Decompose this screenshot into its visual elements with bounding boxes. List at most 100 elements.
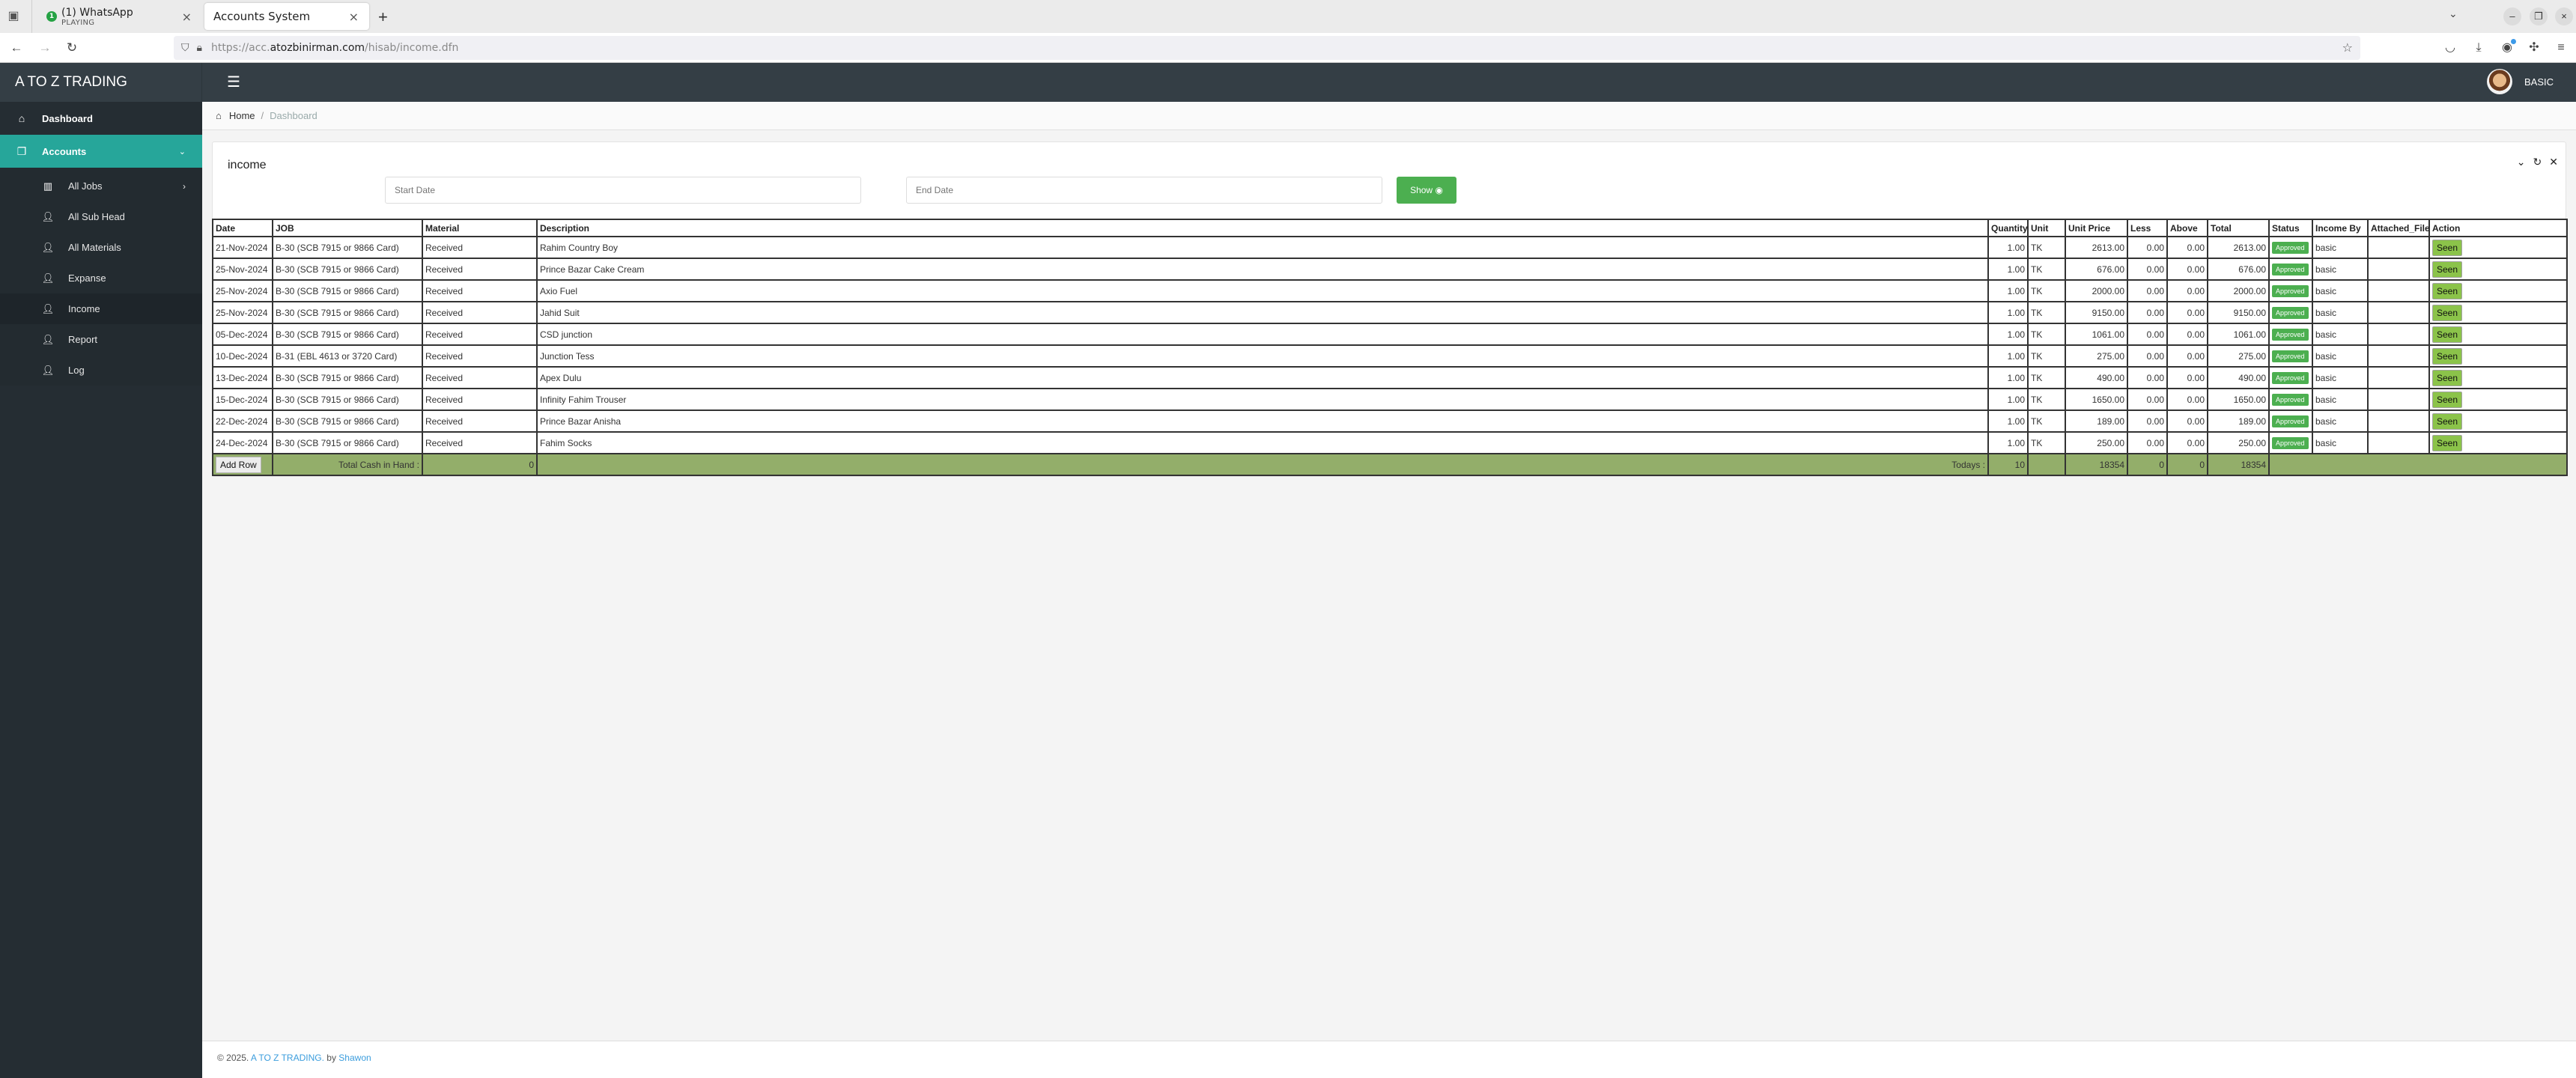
column-header: Material — [422, 219, 538, 237]
show-button[interactable]: Show ◉ — [1397, 177, 1456, 204]
chevron-down-icon: ⌄ — [178, 147, 186, 156]
cell-description: Axio Fuel — [536, 279, 1989, 302]
sidebar-item-report[interactable]: 👤︎ Report — [0, 324, 202, 355]
end-date-input[interactable] — [906, 177, 1382, 204]
sidebar-item-label: Expanse — [68, 272, 106, 284]
cell-action: Seen — [2428, 323, 2568, 346]
column-header: JOB — [272, 219, 423, 237]
cell-date: 21-Nov-2024 — [212, 236, 273, 259]
menu-icon[interactable]: ≡ — [2552, 39, 2570, 57]
reload-icon[interactable]: ↻ — [63, 39, 81, 57]
close-tab-icon[interactable]: × — [182, 10, 192, 24]
collapse-icon[interactable]: ⌄ — [2517, 156, 2526, 168]
cell-job: B-30 (SCB 7915 or 9866 Card) — [272, 409, 423, 433]
column-header: Attached_File — [2367, 219, 2430, 237]
cell-unit: TK — [2027, 366, 2066, 389]
less-total: 0 — [2127, 453, 2168, 476]
cell-attached-file — [2367, 344, 2430, 368]
refresh-icon[interactable]: ↻ — [2533, 156, 2542, 168]
cell-above: 0.00 — [2166, 344, 2208, 368]
sidebar-item-label: Dashboard — [42, 112, 93, 124]
cell-action: Seen — [2428, 431, 2568, 454]
new-tab-icon[interactable]: + — [378, 7, 388, 27]
table-row: 10-Dec-2024 B-31 (EBL 4613 or 3720 Card) R… — [212, 344, 2568, 368]
cell-date: 25-Nov-2024 — [212, 279, 273, 302]
seen-button[interactable]: Seen — [2432, 369, 2463, 386]
cell-description: Junction Tess — [536, 344, 1989, 368]
url-bar[interactable]: ⛉ 🔒︎ https://acc.atozbinirman.com/hisab/… — [174, 36, 2360, 60]
seen-button[interactable]: Seen — [2432, 391, 2463, 408]
add-row-button[interactable]: Add Row — [216, 456, 261, 473]
back-icon[interactable]: ← — [7, 39, 25, 57]
download-icon[interactable]: ⤓ — [2470, 39, 2488, 57]
todays-label: Todays : — [536, 453, 1989, 476]
url-text[interactable]: https://acc.atozbinirman.com/hisab/incom… — [211, 42, 458, 54]
minimize-icon[interactable]: – — [2503, 7, 2521, 25]
seen-button[interactable]: Seen — [2432, 304, 2463, 321]
user-name[interactable]: BASIC — [2524, 76, 2554, 88]
copyright-text: © 2025. — [217, 1053, 249, 1063]
cell-total: 189.00 — [2207, 409, 2270, 433]
extensions-icon[interactable]: ✣ — [2525, 39, 2543, 57]
brand-link[interactable]: A TO Z TRADING. — [251, 1053, 324, 1063]
cash-value: 0 — [422, 453, 538, 476]
cell-material: Received — [422, 344, 538, 368]
card-header: income Show ◉ ⌄ ↻ ✕ — [213, 142, 2566, 219]
forward-icon[interactable]: → — [36, 39, 54, 57]
column-header: Unit — [2027, 219, 2066, 237]
tab-title: Accounts System — [213, 10, 311, 23]
breadcrumb-home[interactable]: Home — [229, 110, 255, 121]
cell-attached-file — [2367, 323, 2430, 346]
user-plus-icon: 👤︎ — [41, 333, 55, 345]
avatar[interactable] — [2486, 69, 2512, 94]
tab-list-icon[interactable]: ▣ — [6, 9, 21, 24]
cell-unit-price: 1650.00 — [2065, 388, 2128, 411]
pocket-icon[interactable]: ◡ — [2441, 39, 2459, 57]
cell-attached-file — [2367, 409, 2430, 433]
close-icon[interactable]: ✕ — [2549, 156, 2558, 168]
whatsapp-badge-icon: 1 — [46, 11, 57, 22]
close-tab-icon[interactable]: × — [349, 10, 359, 24]
seen-button[interactable]: Seen — [2432, 261, 2463, 278]
cell-unit-price: 490.00 — [2065, 366, 2128, 389]
cell-less: 0.00 — [2127, 409, 2168, 433]
chevron-down-icon[interactable]: ⌄ — [2449, 7, 2458, 20]
table-row: 25-Nov-2024 B-30 (SCB 7915 or 9866 Card) R… — [212, 279, 2568, 302]
seen-button[interactable]: Seen — [2432, 282, 2463, 299]
bookmark-star-icon[interactable]: ☆ — [2342, 40, 2353, 55]
sidebar-item-all-sub-head[interactable]: 👤︎ All Sub Head — [0, 201, 202, 232]
seen-button[interactable]: Seen — [2432, 434, 2463, 451]
close-window-icon[interactable]: × — [2555, 7, 2573, 25]
cell-material: Received — [422, 258, 538, 281]
shield-icon[interactable]: ⛉ — [181, 42, 189, 54]
sidebar-item-log[interactable]: 👤︎ Log — [0, 355, 202, 386]
lock-icon[interactable]: 🔒︎ — [197, 42, 202, 54]
user-plus-icon: 👤︎ — [41, 272, 55, 284]
seen-button[interactable]: Seen — [2432, 347, 2463, 365]
sidebar-item-accounts[interactable]: ❐ Accounts ⌄ — [0, 135, 202, 168]
seen-button[interactable]: Seen — [2432, 326, 2463, 343]
sidebar-item-all-materials[interactable]: 👤︎ All Materials — [0, 232, 202, 263]
seen-button[interactable]: Seen — [2432, 412, 2463, 430]
cell-unit: TK — [2027, 301, 2066, 324]
sidebar-item-expanse[interactable]: 👤︎ Expanse — [0, 263, 202, 293]
cell-income-by: basic — [2312, 344, 2369, 368]
sidebar-item-income[interactable]: 👤︎ Income — [0, 293, 202, 324]
sidebar-item-all-jobs[interactable]: ▥ All Jobs › — [0, 171, 202, 201]
cell-income-by: basic — [2312, 236, 2369, 259]
cell-income-by: basic — [2312, 301, 2369, 324]
author-link[interactable]: Shawon — [338, 1053, 371, 1063]
tab-whatsapp[interactable]: 1 (1) WhatsApp PLAYING × — [37, 3, 202, 30]
user-menu[interactable]: BASIC — [2486, 69, 2554, 94]
brand-logo[interactable]: A TO Z TRADING — [0, 63, 202, 102]
sidebar-item-dashboard[interactable]: ⌂ Dashboard — [0, 102, 202, 135]
restore-icon[interactable]: ❐ — [2530, 7, 2548, 25]
seen-button[interactable]: Seen — [2432, 239, 2463, 256]
cell-attached-file — [2367, 366, 2430, 389]
account-icon[interactable]: ◉ — [2498, 39, 2516, 57]
cell-date: 25-Nov-2024 — [212, 301, 273, 324]
tab-accounts-system[interactable]: Accounts System × — [204, 3, 369, 30]
start-date-input[interactable] — [385, 177, 861, 204]
hamburger-menu-icon[interactable]: ☰ — [227, 73, 240, 91]
breadcrumb-separator: / — [261, 110, 264, 121]
